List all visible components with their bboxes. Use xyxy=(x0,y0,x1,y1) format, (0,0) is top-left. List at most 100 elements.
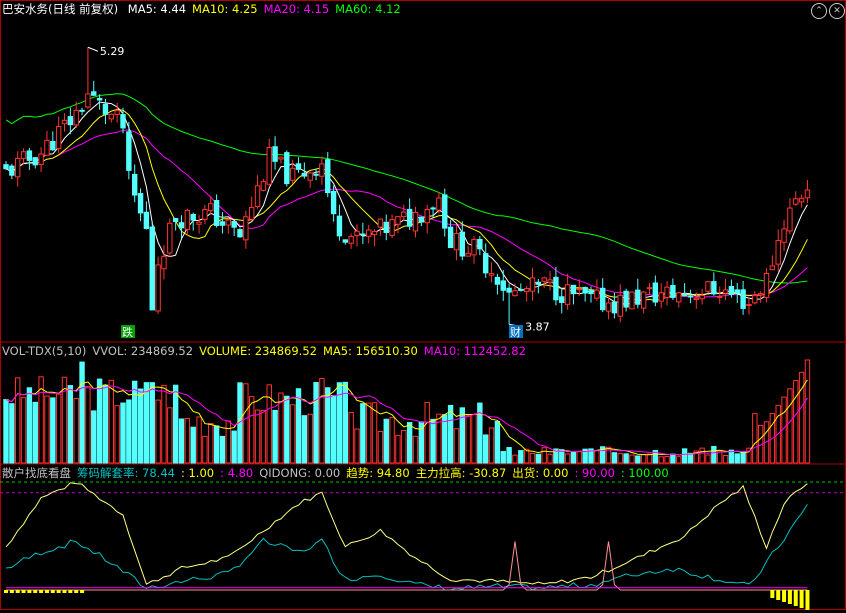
candle-body xyxy=(752,294,758,304)
candle-body xyxy=(237,229,243,238)
candle-body xyxy=(371,231,378,236)
volume-bar xyxy=(459,407,466,464)
candle-body xyxy=(705,281,711,292)
close-icon[interactable]: ✕ xyxy=(829,3,845,19)
volume-bar xyxy=(254,409,261,464)
volume-bar xyxy=(213,425,220,464)
candle-body xyxy=(3,164,9,170)
volume-bar xyxy=(295,388,302,464)
volume-bar xyxy=(114,405,120,464)
candle-body xyxy=(278,156,284,160)
candle-body xyxy=(553,276,559,301)
indicator-legend-item-5: 趋势: 94.80 xyxy=(346,466,410,480)
candle-body xyxy=(336,215,343,237)
candle-body xyxy=(9,165,15,176)
candle-body xyxy=(20,151,27,159)
dump-bar xyxy=(793,590,798,606)
candle-body xyxy=(272,146,278,162)
volume-legend: VOL-TDX(5,10) VVOL: 234869.52 VOLUME: 2348… xyxy=(2,344,532,358)
candle-body xyxy=(231,221,237,228)
volume-bar xyxy=(225,420,232,464)
candle-body xyxy=(453,232,460,251)
dump-bar xyxy=(15,590,20,593)
volume-bar xyxy=(219,435,226,464)
volume-bar xyxy=(465,415,471,464)
dump-bar xyxy=(39,590,44,593)
candle-body xyxy=(383,221,389,234)
candle-body xyxy=(570,284,577,295)
dump-bar xyxy=(782,590,787,602)
volume-bar xyxy=(161,384,167,464)
candle-body xyxy=(471,238,477,256)
candle-body xyxy=(284,152,290,185)
candle-body xyxy=(184,209,191,230)
candle-body xyxy=(740,289,746,309)
candle-body xyxy=(699,294,705,300)
dump-bar xyxy=(44,590,49,593)
volume-bar xyxy=(752,413,758,464)
volume-bar xyxy=(483,434,489,464)
volume-bar xyxy=(32,401,38,464)
volume-bar xyxy=(167,407,173,464)
volume-bar xyxy=(670,453,676,464)
candle-body xyxy=(447,226,454,249)
volume-bar xyxy=(412,435,419,464)
indicator-legend-item-3: : 4.80 xyxy=(220,466,254,480)
candle-body xyxy=(395,216,401,225)
dump-bar xyxy=(770,590,775,598)
candle-body xyxy=(254,185,261,207)
volume-bar xyxy=(494,420,501,464)
candle-body xyxy=(406,208,413,227)
volume-bar xyxy=(640,454,647,464)
volume-bar xyxy=(734,453,740,464)
volume-bar xyxy=(430,418,436,464)
chip-release-line xyxy=(5,504,808,591)
candle-body xyxy=(243,216,249,241)
volume-bar xyxy=(401,430,407,464)
candle-body xyxy=(541,277,547,282)
cai-marker: 财 xyxy=(510,325,521,339)
volume-bar xyxy=(535,453,542,464)
volume-bar xyxy=(15,377,21,464)
volume-bar xyxy=(126,399,132,464)
volume-bar xyxy=(506,447,512,464)
candle-body xyxy=(798,197,805,203)
candle-body xyxy=(85,93,91,108)
volume-bar xyxy=(617,453,623,464)
candle-body xyxy=(342,239,349,243)
volume-bar xyxy=(325,387,331,464)
candle-body xyxy=(319,163,325,177)
dump-bar xyxy=(33,590,38,593)
candle-body xyxy=(91,91,97,96)
volume-bar xyxy=(190,426,196,464)
candle-body xyxy=(38,153,44,165)
volume-bar xyxy=(687,452,694,464)
candle-body xyxy=(559,296,565,303)
candle-body xyxy=(366,229,372,237)
candle-body xyxy=(635,289,641,305)
dump-bar xyxy=(27,590,32,593)
volume-bar xyxy=(243,383,249,464)
volume-bar xyxy=(453,428,460,464)
chart-canvas[interactable]: 5.29 3.87 跌 财 xyxy=(0,0,846,610)
volume-bar xyxy=(676,456,682,464)
candle-body xyxy=(202,208,208,220)
candle-body xyxy=(436,197,442,211)
candle-body xyxy=(108,113,114,120)
candle-body xyxy=(529,277,536,292)
candle-body xyxy=(178,222,185,229)
volume-bar xyxy=(208,423,214,464)
candle-body xyxy=(640,291,647,309)
volume-bar xyxy=(102,384,109,464)
candle-body xyxy=(722,289,729,294)
candle-body xyxy=(15,158,21,178)
candle-body xyxy=(196,221,202,225)
chevron-up-icon[interactable]: ⌃ xyxy=(811,3,827,19)
indicator-legend-item-9: : 100.00 xyxy=(620,466,669,480)
dump-bar xyxy=(62,590,67,593)
candle-body xyxy=(325,159,331,194)
candle-body xyxy=(500,280,506,291)
candle-body xyxy=(728,285,735,295)
volume-bar xyxy=(594,449,600,464)
price-legend-item-2: MA20: 4.15 xyxy=(263,2,330,16)
